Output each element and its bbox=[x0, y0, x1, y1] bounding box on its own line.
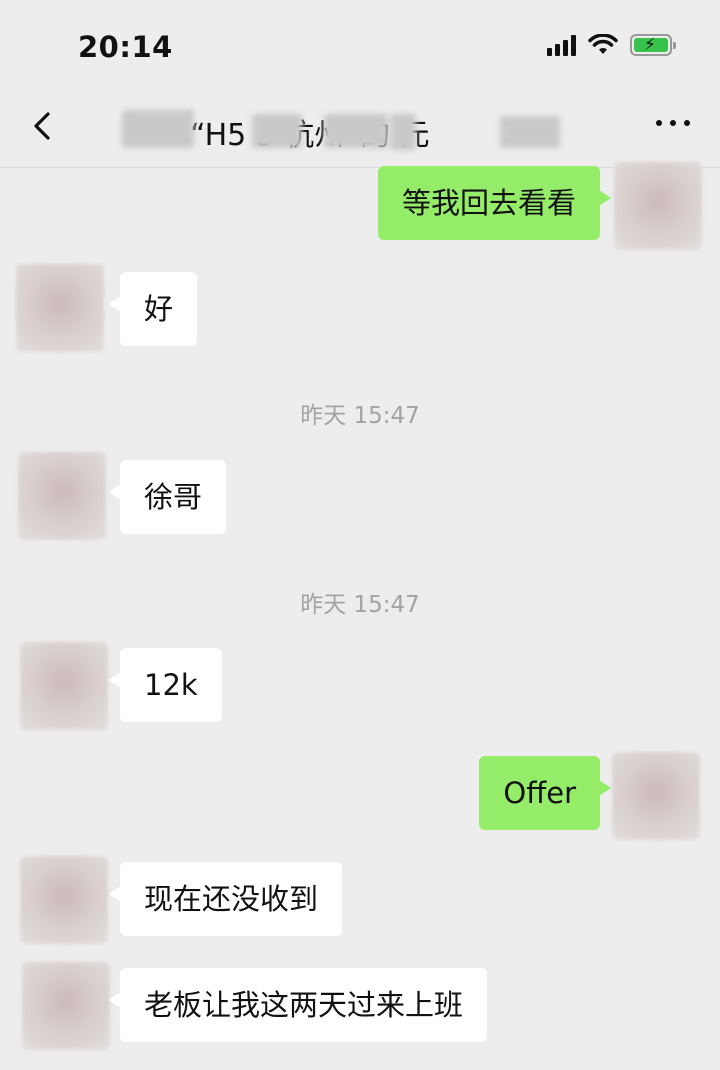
message-bubble-outgoing[interactable]: Offer bbox=[479, 756, 611, 830]
message-timestamp: 昨天 15:47 bbox=[300, 592, 420, 618]
message-bubble-outgoing[interactable]: 等我回去看看 bbox=[377, 166, 612, 240]
avatar[interactable] bbox=[20, 856, 108, 944]
redaction-blur bbox=[390, 114, 416, 150]
chat-title-area[interactable]: “H5 5 杭州”的 元 bbox=[122, 104, 602, 153]
avatar[interactable] bbox=[22, 962, 110, 1050]
avatar[interactable] bbox=[612, 752, 700, 840]
status-time: 20:14 bbox=[78, 30, 173, 64]
wifi-icon bbox=[588, 34, 618, 54]
redaction-blur bbox=[252, 114, 302, 148]
chat-header: “H5 5 杭州”的 元 bbox=[0, 88, 720, 168]
more-icon[interactable] bbox=[656, 120, 690, 126]
signal-icon bbox=[547, 34, 576, 56]
redaction-blur bbox=[500, 116, 560, 148]
status-bar: 20:14 ⚡ bbox=[0, 0, 720, 88]
message-bubble-incoming[interactable]: 12k bbox=[109, 648, 222, 722]
avatar[interactable] bbox=[614, 162, 702, 250]
battery-charging-icon: ⚡ bbox=[630, 34, 676, 56]
avatar[interactable] bbox=[20, 642, 108, 730]
message-bubble-incoming[interactable]: 好 bbox=[108, 272, 198, 346]
status-icons: ⚡ bbox=[547, 34, 676, 56]
avatar[interactable] bbox=[16, 264, 104, 352]
avatar[interactable] bbox=[18, 452, 106, 540]
redaction-blur bbox=[122, 110, 194, 148]
message-bubble-incoming[interactable]: 徐哥 bbox=[108, 460, 227, 534]
message-bubble-incoming[interactable]: 现在还没收到 bbox=[108, 862, 343, 936]
chevron-left-icon[interactable] bbox=[24, 106, 64, 146]
message-timestamp: 昨天 15:47 bbox=[300, 403, 420, 429]
message-bubble-incoming[interactable]: 老板让我这两天过来上班 bbox=[108, 968, 488, 1042]
redaction-blur bbox=[324, 114, 388, 148]
